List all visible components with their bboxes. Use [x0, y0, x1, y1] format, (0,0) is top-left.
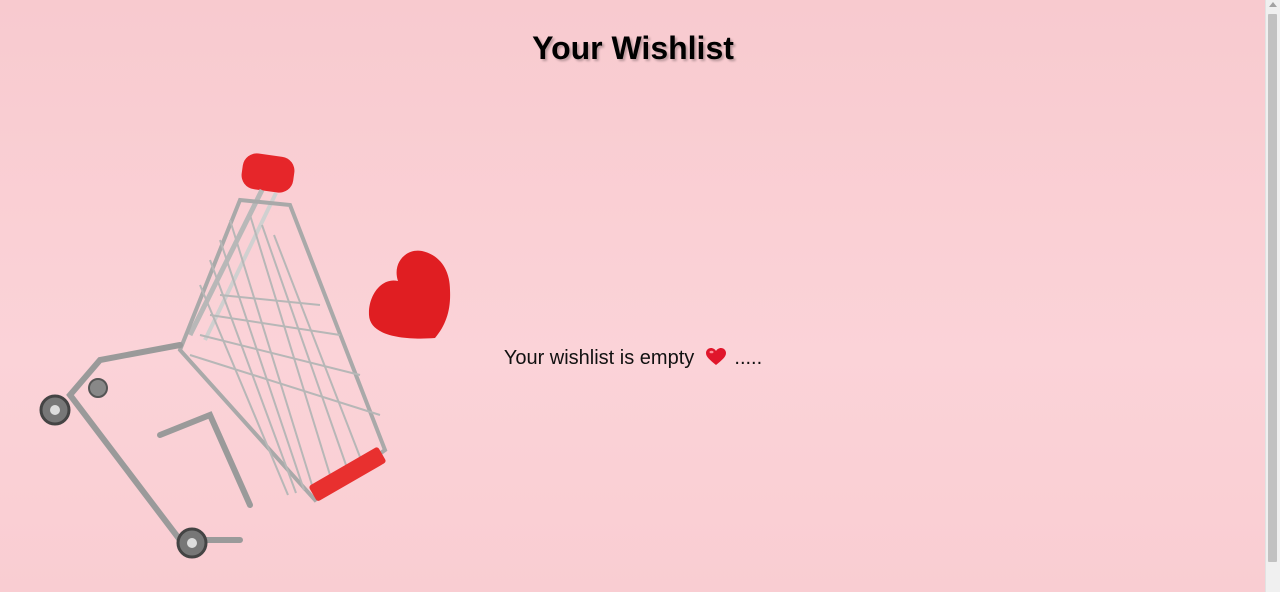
empty-message-text: Your wishlist is empty [503, 347, 695, 369]
page-title: Your Wishlist [532, 30, 734, 66]
wishlist-page: Your Wishlist Your wishlist is empty ...… [0, 0, 1280, 592]
cart-handle-grip [241, 153, 295, 193]
main-content: Your Wishlist Your wishlist is empty ...… [0, 0, 1266, 592]
cart-wheel-3 [88, 378, 108, 398]
scrollbar-thumb[interactable] [1268, 14, 1277, 562]
cart-bumper [309, 447, 386, 501]
scroll-up-arrow-icon[interactable] [1269, 2, 1277, 7]
vertical-scrollbar[interactable] [1265, 0, 1280, 592]
empty-message-suffix: ..... [734, 347, 763, 369]
empty-wishlist-message: Your wishlist is empty ..... [0, 347, 1266, 370]
red-heart-icon [705, 348, 726, 365]
